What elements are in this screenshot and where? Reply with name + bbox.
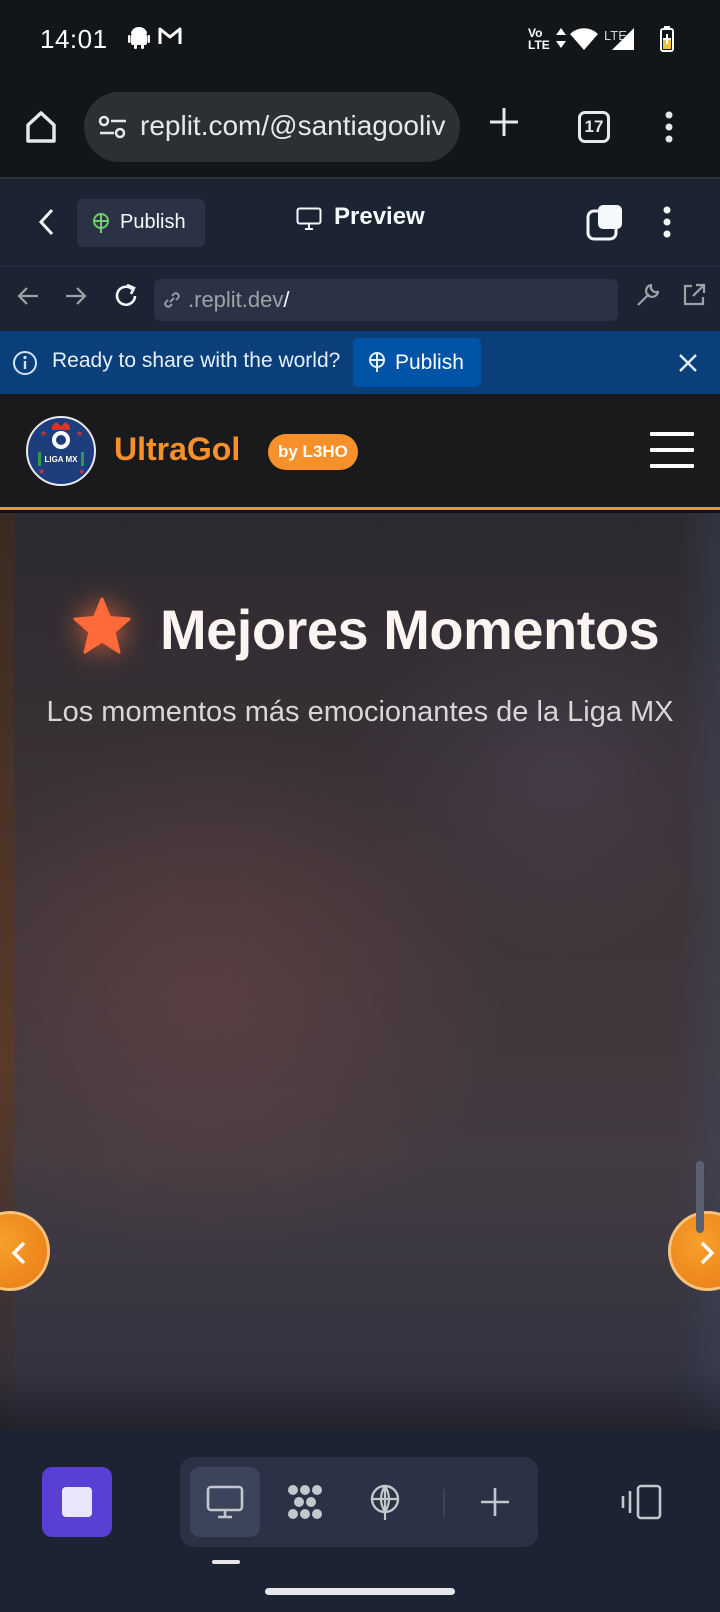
webview-address-field[interactable]: .replit.dev/ xyxy=(154,279,618,321)
tool-add[interactable] xyxy=(460,1467,530,1537)
site-header: ★ ★ ★ ★ LIGA MX UltraGol by L3HO xyxy=(0,394,720,510)
chevron-right-icon xyxy=(700,1241,715,1265)
publish-banner: Ready to share with the world? Publish xyxy=(0,331,720,394)
preview-label: Preview xyxy=(334,203,425,230)
svg-text:★: ★ xyxy=(38,467,45,476)
nav-forward-icon[interactable] xyxy=(64,284,88,308)
split-view-icon[interactable] xyxy=(620,1484,664,1520)
logo-text: LIGA MX xyxy=(44,455,78,464)
tool-preview[interactable] xyxy=(190,1467,260,1537)
url-bar[interactable]: replit.com/@santiagooliv xyxy=(84,92,460,162)
site-brand[interactable]: UltraGol xyxy=(114,431,240,468)
bottom-fade xyxy=(0,1370,720,1430)
carousel-prev-button[interactable] xyxy=(0,1211,50,1291)
tool-publish[interactable] xyxy=(350,1467,420,1537)
publish-icon xyxy=(370,1484,400,1520)
active-tab-indicator xyxy=(212,1560,240,1564)
publish-label: Publish xyxy=(120,211,186,233)
publish-icon xyxy=(369,352,385,372)
wifi-icon xyxy=(570,28,598,50)
agent-icon xyxy=(288,1485,322,1519)
liga-mx-logo[interactable]: ★ ★ ★ ★ LIGA MX xyxy=(26,416,96,486)
author-badge: by L3HO xyxy=(268,434,358,470)
browser-toolbar: replit.com/@santiagooliv 17 xyxy=(0,80,720,178)
tab-switcher-button[interactable]: 17 xyxy=(578,111,610,143)
link-icon xyxy=(164,292,180,308)
replit-menu-icon[interactable] xyxy=(662,205,672,239)
new-tab-icon[interactable] xyxy=(490,108,518,136)
replit-bottom-toolbar xyxy=(0,1430,720,1612)
replit-header: Publish Preview xyxy=(0,179,720,266)
hero-section: Mejores Momentos Los momentos más emocio… xyxy=(0,513,720,1430)
devtools-wrench-icon[interactable] xyxy=(634,281,662,309)
close-icon[interactable] xyxy=(678,353,698,373)
crest-icon: ★ ★ ★ ★ xyxy=(38,422,85,476)
status-bar: 14:01 Vo LTE LTE xyxy=(0,0,720,80)
tool-tray xyxy=(180,1457,538,1547)
svg-text:★: ★ xyxy=(78,467,85,476)
monitor-icon xyxy=(206,1485,244,1519)
svg-text:★: ★ xyxy=(40,429,47,438)
banner-publish-label: Publish xyxy=(395,351,464,374)
reload-icon[interactable] xyxy=(112,282,140,310)
left-edge xyxy=(0,513,14,1430)
open-external-icon[interactable] xyxy=(680,281,708,309)
info-icon xyxy=(13,351,37,375)
webview-nav: .replit.dev/ xyxy=(0,266,720,331)
publish-button[interactable]: Publish xyxy=(77,199,205,247)
gesture-home-bar[interactable] xyxy=(265,1588,455,1595)
banner-publish-button[interactable]: Publish xyxy=(353,338,481,387)
stop-button[interactable] xyxy=(42,1467,112,1537)
nav-back-icon[interactable] xyxy=(16,284,40,308)
banner-message: Ready to share with the world? xyxy=(52,349,341,372)
battery-icon xyxy=(660,26,674,52)
clock: 14:01 xyxy=(40,24,108,54)
scrollbar-thumb[interactable] xyxy=(696,1161,704,1233)
signal-icon xyxy=(612,28,634,50)
back-chevron-icon[interactable] xyxy=(38,207,56,237)
data-arrows-icon xyxy=(556,28,566,48)
tool-agent[interactable] xyxy=(270,1467,340,1537)
stop-icon xyxy=(62,1487,92,1517)
svg-text:★: ★ xyxy=(76,429,83,438)
site-settings-icon[interactable] xyxy=(98,114,128,140)
carousel-next-button[interactable] xyxy=(668,1211,720,1291)
page-title: Mejores Momentos xyxy=(160,598,660,661)
webview-address: .replit.dev/ xyxy=(188,287,290,312)
panels-icon[interactable] xyxy=(586,203,624,241)
tray-divider xyxy=(443,1489,445,1517)
home-icon[interactable] xyxy=(24,110,58,144)
browser-menu-icon[interactable] xyxy=(664,110,674,144)
star-icon xyxy=(73,597,131,654)
volte-label: Vo LTE xyxy=(528,26,550,52)
gmail-icon xyxy=(158,27,182,44)
publish-icon xyxy=(93,213,109,233)
monitor-icon xyxy=(296,207,322,230)
hamburger-menu-icon[interactable] xyxy=(650,432,694,468)
chevron-left-icon xyxy=(11,1241,26,1265)
right-edge xyxy=(680,513,720,1430)
url-text: replit.com/@santiagooliv xyxy=(140,110,446,141)
plus-icon xyxy=(481,1488,509,1516)
page-subtitle: Los momentos más emocionantes de la Liga… xyxy=(46,696,674,728)
android-icon xyxy=(128,27,150,49)
